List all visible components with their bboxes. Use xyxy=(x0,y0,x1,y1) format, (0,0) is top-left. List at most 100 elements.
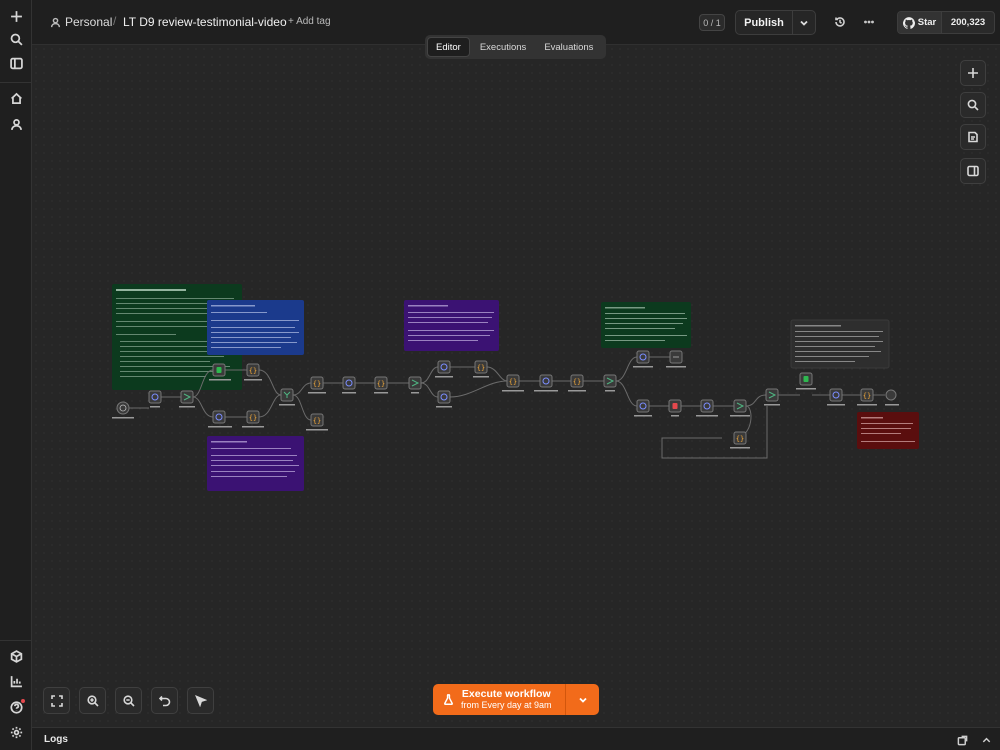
workflow-graph[interactable]: {} {} {} {} {} {} {} {} {} {} xyxy=(32,45,1000,727)
node-http-2[interactable] xyxy=(208,410,232,428)
tab-executions[interactable]: Executions xyxy=(472,37,534,57)
cursor-icon xyxy=(194,694,207,707)
node-if[interactable] xyxy=(408,376,422,394)
undo-icon xyxy=(158,695,170,706)
node-code-1[interactable]: {} xyxy=(244,363,262,381)
node-http-4[interactable] xyxy=(435,360,453,378)
plus-icon xyxy=(968,68,978,78)
logs-panel-bar[interactable]: Logs xyxy=(32,727,1000,750)
home-icon[interactable] xyxy=(6,88,26,108)
node-switch[interactable] xyxy=(179,390,195,408)
node-code-3[interactable]: {} xyxy=(308,376,326,394)
node-if-3[interactable] xyxy=(764,388,780,406)
sticky-note-red[interactable] xyxy=(857,412,919,449)
node-http-5[interactable] xyxy=(436,390,452,408)
node-code-9[interactable]: {} xyxy=(730,431,750,449)
popout-icon[interactable] xyxy=(957,733,970,746)
workflow-title[interactable]: LT D9 review-testimonial-video xyxy=(123,15,287,29)
github-star-label: Star xyxy=(917,17,937,28)
node-noop[interactable] xyxy=(666,350,686,368)
github-star-button[interactable]: Star xyxy=(898,12,942,33)
search-nodes-button[interactable] xyxy=(960,92,986,118)
user-icon xyxy=(50,17,61,27)
fit-view-button[interactable] xyxy=(43,687,70,714)
chevron-up-icon[interactable] xyxy=(981,733,994,746)
execute-sublabel: from Every day at 9am xyxy=(461,700,552,711)
settings-icon[interactable] xyxy=(6,722,26,742)
sticky-note-blue[interactable] xyxy=(207,300,304,355)
more-options-icon[interactable] xyxy=(861,14,877,30)
add-tag-button[interactable]: + Add tag xyxy=(288,16,331,27)
node-code-10[interactable]: {} xyxy=(857,388,877,406)
user-icon[interactable] xyxy=(6,114,26,134)
zoom-out-button[interactable] xyxy=(115,687,142,714)
node-wait[interactable] xyxy=(668,399,682,417)
node-schedule-trigger[interactable] xyxy=(112,401,134,419)
sticky-note-purple-top[interactable] xyxy=(404,300,499,351)
svg-text:{}: {} xyxy=(573,378,581,386)
svg-text:{}: {} xyxy=(477,364,485,372)
svg-text:{}: {} xyxy=(249,414,257,422)
templates-icon[interactable] xyxy=(6,646,26,666)
plus-icon[interactable] xyxy=(6,6,26,26)
fit-view-icon xyxy=(50,694,63,707)
node-code-6[interactable]: {} xyxy=(473,360,489,378)
breadcrumb-separator: / xyxy=(113,14,117,28)
undo-button[interactable] xyxy=(151,687,178,714)
panel-icon xyxy=(967,165,979,177)
sticky-note-green-right[interactable] xyxy=(601,302,691,348)
rail-divider xyxy=(0,82,31,83)
search-icon[interactable] xyxy=(6,29,26,49)
node-switch-2[interactable] xyxy=(730,399,750,417)
history-icon[interactable] xyxy=(832,14,848,30)
github-star-badge[interactable]: Star 200,323 xyxy=(897,11,995,34)
left-rail xyxy=(0,0,32,750)
sticky-note-purple-bottom[interactable] xyxy=(207,436,304,491)
rail-divider xyxy=(0,640,31,641)
toggle-panel-button[interactable] xyxy=(960,158,986,184)
project-name: Personal xyxy=(65,15,113,29)
tidy-up-button[interactable] xyxy=(187,687,214,714)
svg-text:{}: {} xyxy=(249,367,257,375)
sticky-note-icon xyxy=(968,131,978,143)
node-http-7[interactable] xyxy=(633,350,653,368)
node-http-8[interactable] xyxy=(634,399,652,417)
sidebar-icon[interactable] xyxy=(6,53,26,73)
github-star-count: 200,323 xyxy=(950,17,986,28)
project-breadcrumb[interactable]: Personal xyxy=(50,15,112,29)
sticky-note-gray[interactable] xyxy=(790,319,890,369)
add-node-button[interactable] xyxy=(960,60,986,86)
node-http-3[interactable] xyxy=(342,376,356,394)
node-http-10[interactable] xyxy=(827,388,845,406)
node-code-4[interactable]: {} xyxy=(306,413,328,431)
node-green-action-2[interactable] xyxy=(796,372,816,390)
execute-label: Execute workflow xyxy=(461,688,551,701)
execute-workflow-button[interactable]: Execute workflow from Every day at 9am xyxy=(433,684,566,715)
node-code-5[interactable]: {} xyxy=(374,376,388,394)
node-code-8[interactable]: {} xyxy=(568,374,586,392)
node-code-7[interactable]: {} xyxy=(502,374,524,392)
tab-evaluations[interactable]: Evaluations xyxy=(536,37,601,57)
node-http-6[interactable] xyxy=(534,374,558,392)
insights-icon[interactable] xyxy=(6,671,26,691)
add-sticky-button[interactable] xyxy=(960,124,986,150)
execute-dropdown[interactable] xyxy=(566,684,599,715)
publish-button[interactable]: Publish xyxy=(736,11,793,34)
search-icon xyxy=(967,99,979,111)
node-merge[interactable] xyxy=(279,388,295,406)
node-http-request[interactable] xyxy=(148,390,162,408)
node-code-2[interactable]: {} xyxy=(242,410,264,428)
node-end[interactable] xyxy=(885,389,899,406)
help-icon[interactable] xyxy=(6,697,26,717)
publish-dropdown[interactable] xyxy=(793,11,815,34)
node-if-2[interactable] xyxy=(603,374,617,392)
svg-text:{}: {} xyxy=(313,417,321,425)
version-counter: 0 / 1 xyxy=(699,14,725,31)
tab-editor[interactable]: Editor xyxy=(427,37,470,57)
svg-text:{}: {} xyxy=(377,380,385,388)
zoom-in-button[interactable] xyxy=(79,687,106,714)
view-tabs: Editor Executions Evaluations xyxy=(425,35,606,59)
workflow-canvas[interactable]: {} {} {} {} {} {} {} {} {} {} xyxy=(32,45,1000,727)
logs-label: Logs xyxy=(44,734,68,745)
node-http-9[interactable] xyxy=(696,399,718,417)
